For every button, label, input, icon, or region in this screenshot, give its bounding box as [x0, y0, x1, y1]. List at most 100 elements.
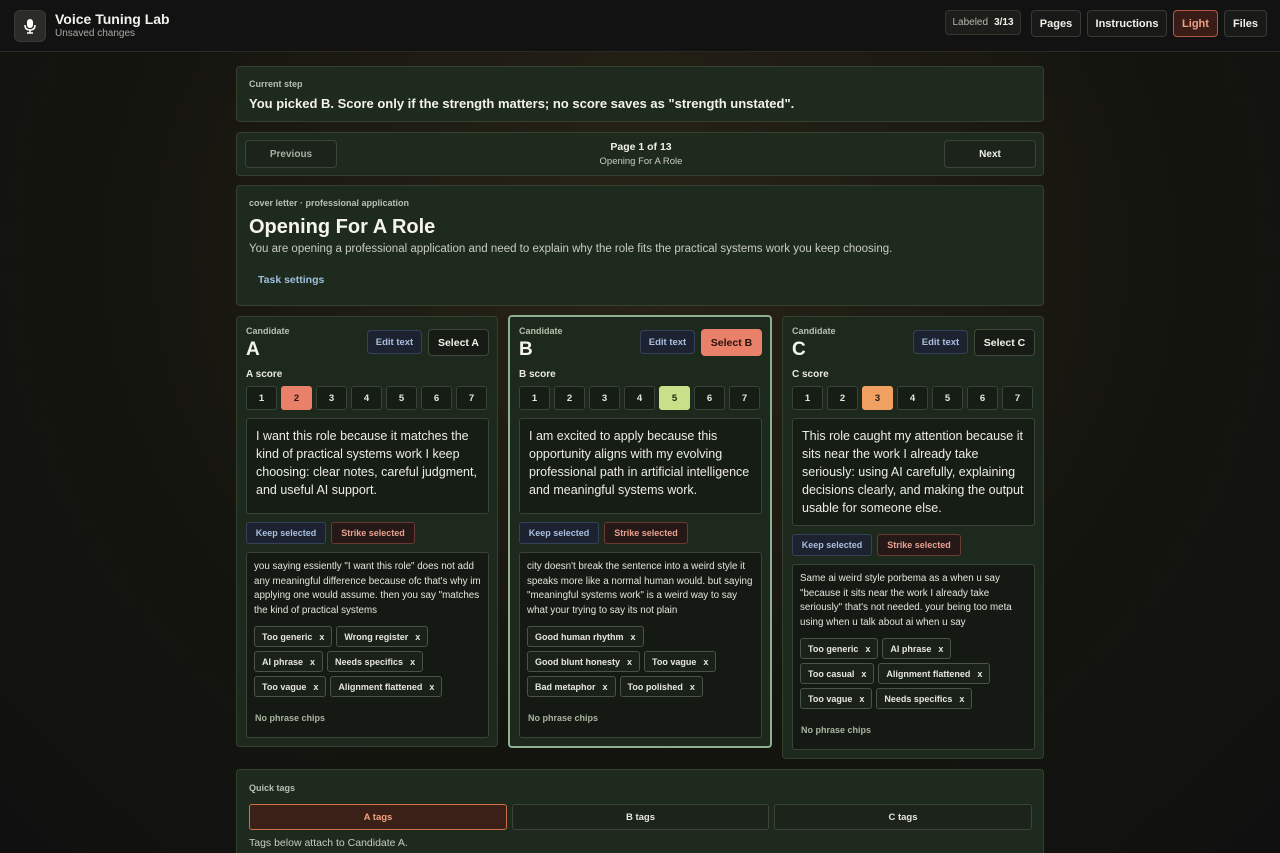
remove-chip-icon[interactable]: x — [415, 632, 420, 642]
candidate-letter: A — [246, 339, 260, 360]
candidate-card-a: Candidate A Edit text Select A A score 1… — [236, 316, 498, 747]
candidate-letter: C — [792, 339, 806, 360]
score-7[interactable]: 7 — [729, 386, 760, 410]
previous-button[interactable]: Previous — [245, 140, 337, 168]
score-row-c: 1 2 3 4 5 6 7 — [792, 386, 1033, 410]
remove-chip-icon[interactable]: x — [313, 682, 318, 692]
current-step-text: You picked B. Score only if the strength… — [249, 96, 795, 111]
tag-chips: Good human rhythm x Good blunt honesty x T… — [520, 620, 761, 697]
instructions-button[interactable]: Instructions — [1087, 10, 1167, 37]
remove-chip-icon[interactable]: x — [861, 669, 866, 679]
tag-chip: Too vague x — [644, 651, 717, 672]
remove-chip-icon[interactable]: x — [310, 657, 315, 667]
edit-text-button[interactable]: Edit text — [913, 330, 968, 354]
strike-selected-button[interactable]: Strike selected — [604, 522, 688, 544]
tag-chip: Good blunt honesty x — [527, 651, 641, 672]
remove-chip-icon[interactable]: x — [627, 657, 632, 667]
pager-panel: Previous Page 1 of 13 Opening For A Role… — [236, 132, 1044, 176]
notes-textarea[interactable]: city doesn't break the sentence into a w… — [520, 553, 761, 620]
select-c-button[interactable]: Select C — [974, 329, 1035, 356]
files-button[interactable]: Files — [1224, 10, 1267, 37]
strike-selected-button[interactable]: Strike selected — [877, 534, 961, 556]
next-button[interactable]: Next — [944, 140, 1036, 168]
score-row-a: 1 2 3 4 5 6 7 — [246, 386, 487, 410]
remove-chip-icon[interactable]: x — [959, 694, 964, 704]
quick-tags-label: Quick tags — [249, 783, 296, 793]
light-theme-button[interactable]: Light — [1173, 10, 1218, 37]
score-label: A score — [246, 369, 283, 380]
candidate-text[interactable]: This role caught my attention because it… — [792, 418, 1035, 526]
task-settings-link[interactable]: Task settings — [258, 274, 324, 286]
notes-box: you saying essiently "I want this role" … — [246, 552, 489, 738]
no-phrase-chips: No phrase chips — [255, 713, 326, 723]
candidate-label: Candidate — [519, 326, 563, 336]
candidate-text[interactable]: I want this role because it matches the … — [246, 418, 489, 514]
remove-chip-icon[interactable]: x — [703, 657, 708, 667]
score-4[interactable]: 4 — [351, 386, 382, 410]
tab-a-tags[interactable]: A tags — [249, 804, 507, 830]
remove-chip-icon[interactable]: x — [603, 682, 608, 692]
score-3[interactable]: 3 — [316, 386, 347, 410]
score-2[interactable]: 2 — [281, 386, 312, 410]
score-3[interactable]: 3 — [862, 386, 893, 410]
strike-selected-button[interactable]: Strike selected — [331, 522, 415, 544]
tag-chip: Alignment flattened x — [330, 676, 443, 697]
tab-c-tags[interactable]: C tags — [774, 804, 1032, 830]
score-6[interactable]: 6 — [967, 386, 998, 410]
pages-button[interactable]: Pages — [1031, 10, 1081, 37]
notes-textarea[interactable]: Same ai weird style porbema as a when u … — [793, 565, 1034, 632]
tag-chip: Good human rhythm x — [527, 626, 644, 647]
edit-text-button[interactable]: Edit text — [640, 330, 695, 354]
score-1[interactable]: 1 — [246, 386, 277, 410]
remove-chip-icon[interactable]: x — [410, 657, 415, 667]
labeled-label: Labeled — [952, 17, 989, 28]
score-4[interactable]: 4 — [897, 386, 928, 410]
score-label: B score — [519, 369, 556, 380]
candidate-text[interactable]: I am excited to apply because this oppor… — [519, 418, 762, 514]
score-5[interactable]: 5 — [659, 386, 690, 410]
microphone-icon — [14, 10, 46, 42]
tag-chip: Too vague x — [800, 688, 873, 709]
labeled-counter: Labeled 3/13 — [945, 10, 1021, 35]
remove-chip-icon[interactable]: x — [859, 694, 864, 704]
remove-chip-icon[interactable]: x — [865, 644, 870, 654]
score-3[interactable]: 3 — [589, 386, 620, 410]
score-5[interactable]: 5 — [386, 386, 417, 410]
remove-chip-icon[interactable]: x — [319, 632, 324, 642]
candidate-card-b: Candidate B Edit text Select B B score 1… — [508, 315, 772, 748]
keep-selected-button[interactable]: Keep selected — [246, 522, 326, 544]
score-6[interactable]: 6 — [421, 386, 452, 410]
remove-chip-icon[interactable]: x — [631, 632, 636, 642]
score-1[interactable]: 1 — [792, 386, 823, 410]
tag-chip: Alignment flattened x — [878, 663, 991, 684]
tag-chip: Needs specifics x — [876, 688, 973, 709]
tag-chips: Too generic x AI phrase x Too casual x Alig… — [793, 632, 1034, 709]
score-7[interactable]: 7 — [1002, 386, 1033, 410]
score-7[interactable]: 7 — [456, 386, 487, 410]
tag-chip: Bad metaphor x — [527, 676, 616, 697]
tag-chip: Too generic x — [800, 638, 879, 659]
remove-chip-icon[interactable]: x — [977, 669, 982, 679]
score-5[interactable]: 5 — [932, 386, 963, 410]
tab-b-tags[interactable]: B tags — [512, 804, 769, 830]
remove-chip-icon[interactable]: x — [938, 644, 943, 654]
score-4[interactable]: 4 — [624, 386, 655, 410]
edit-text-button[interactable]: Edit text — [367, 330, 422, 354]
score-2[interactable]: 2 — [554, 386, 585, 410]
score-1[interactable]: 1 — [519, 386, 550, 410]
score-2[interactable]: 2 — [827, 386, 858, 410]
score-6[interactable]: 6 — [694, 386, 725, 410]
quick-tags-panel: Quick tags A tags B tags C tags Tags bel… — [236, 769, 1044, 853]
select-b-button[interactable]: Select B — [701, 329, 762, 356]
candidate-label: Candidate — [246, 326, 290, 336]
candidate-letter: B — [519, 339, 533, 360]
score-row-b: 1 2 3 4 5 6 7 — [519, 386, 760, 410]
task-description: You are opening a professional applicati… — [249, 243, 893, 255]
select-a-button[interactable]: Select A — [428, 329, 489, 356]
keep-selected-button[interactable]: Keep selected — [519, 522, 599, 544]
remove-chip-icon[interactable]: x — [690, 682, 695, 692]
candidate-card-c: Candidate C Edit text Select C C score 1… — [782, 316, 1044, 759]
keep-selected-button[interactable]: Keep selected — [792, 534, 872, 556]
remove-chip-icon[interactable]: x — [429, 682, 434, 692]
notes-textarea[interactable]: you saying essiently "I want this role" … — [247, 553, 488, 620]
